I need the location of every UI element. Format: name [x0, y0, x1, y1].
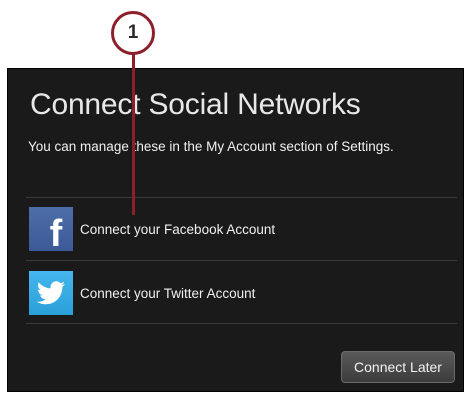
divider — [26, 197, 457, 198]
callout-number: 1 — [127, 22, 139, 43]
connect-social-networks-screen: Connect Social Networks You can manage t… — [7, 68, 464, 392]
connect-twitter-item[interactable]: Connect your Twitter Account — [26, 264, 457, 322]
connect-later-button[interactable]: Connect Later — [341, 351, 455, 383]
connect-twitter-label: Connect your Twitter Account — [80, 285, 256, 301]
divider — [26, 323, 457, 324]
page-title: Connect Social Networks — [30, 88, 361, 121]
twitter-icon — [29, 271, 73, 315]
page-subtitle: You can manage these in the My Account s… — [28, 139, 394, 154]
facebook-icon: f — [29, 207, 73, 253]
connect-facebook-item[interactable]: f Connect your Facebook Account — [26, 200, 457, 258]
step-callout-badge: 1 — [111, 11, 155, 55]
connect-facebook-label: Connect your Facebook Account — [80, 221, 276, 237]
divider — [26, 260, 457, 261]
callout-pointer-line — [132, 53, 135, 215]
